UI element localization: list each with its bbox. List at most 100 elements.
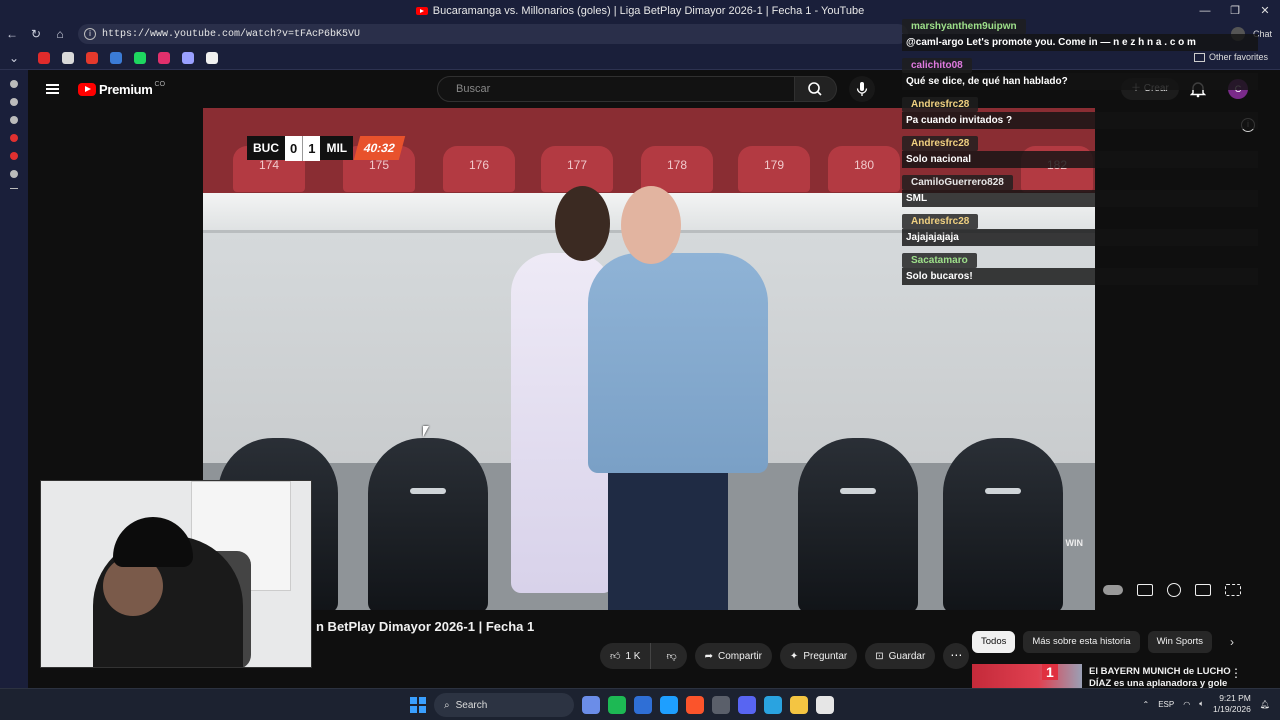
- search-icon: [808, 82, 822, 96]
- kebab-menu-icon[interactable]: ⋮: [1230, 666, 1242, 680]
- chat-username: CamiloGuerrero828: [902, 175, 1013, 190]
- edge-sidebar: [0, 70, 28, 688]
- away-score: 1: [302, 135, 321, 161]
- chat-message: Andresfrc28 Jajajajajaja: [902, 211, 1262, 246]
- edge-icon[interactable]: [660, 696, 678, 714]
- chip-win-sports[interactable]: Win Sports: [1147, 631, 1213, 653]
- chat-username: Andresfrc28: [902, 97, 979, 112]
- recommended-title: El BAYERN MUNICH de LUCHO DÍAZ es una ap…: [1089, 666, 1231, 688]
- thumbs-up-icon: 👍︎: [610, 651, 621, 662]
- bookmark-icon[interactable]: [134, 51, 146, 64]
- chip-more-story[interactable]: Más sobre esta historia: [1023, 631, 1140, 653]
- sidebar-app-icon[interactable]: [10, 98, 18, 106]
- telegram-icon[interactable]: [764, 696, 782, 714]
- chevron-up-icon[interactable]: ⌃: [1143, 700, 1150, 709]
- file-explorer-icon[interactable]: [790, 696, 808, 714]
- search-input[interactable]: Buscar: [437, 76, 795, 102]
- home-team: BUC: [247, 136, 285, 160]
- chat-message: Andresfrc28 Pa cuando invitados ?: [902, 94, 1262, 129]
- clock-date: 1/19/2026: [1213, 704, 1251, 714]
- system-tray: ⌃ ESP ◠ 🔈︎ 9:21 PM 1/19/2026 🔔︎: [1143, 693, 1271, 715]
- like-dislike-group: 👍︎ 1 K 👎︎: [600, 643, 687, 669]
- sidebar-app-icon[interactable]: [10, 152, 18, 160]
- brave-icon[interactable]: [686, 696, 704, 714]
- notification-icon[interactable]: 🔔︎: [1260, 700, 1270, 709]
- sparkle-icon: ✦: [789, 650, 799, 662]
- bookmark-icon[interactable]: [110, 51, 122, 64]
- seat-number: 179: [738, 146, 810, 192]
- ask-label: Preguntar: [803, 650, 848, 662]
- bench-seat: [798, 438, 918, 610]
- menu-icon[interactable]: [46, 84, 59, 94]
- wifi-icon[interactable]: ◠: [1183, 700, 1190, 709]
- miniplayer-icon[interactable]: [1195, 584, 1211, 596]
- chat-message: CamiloGuerrero828 SML: [902, 172, 1262, 207]
- search-button[interactable]: [795, 76, 837, 102]
- chat-text: Solo bucaros!: [902, 268, 1258, 285]
- collapse-icon[interactable]: ⌄: [2, 51, 26, 65]
- spotify-icon[interactable]: [608, 696, 626, 714]
- address-bar[interactable]: i https://www.youtube.com/watch?v=tFAcP6…: [78, 24, 908, 44]
- chip-all[interactable]: Todos: [972, 631, 1016, 653]
- share-button[interactable]: ➦ Compartir: [694, 643, 772, 669]
- copilot-icon[interactable]: [582, 696, 600, 714]
- sidebar-add-icon[interactable]: [10, 188, 18, 189]
- sidebar-app-icon[interactable]: [10, 80, 18, 88]
- autoplay-toggle[interactable]: [1103, 585, 1123, 595]
- more-actions-button[interactable]: ⋯: [943, 643, 970, 669]
- bench-seat: [368, 438, 488, 610]
- clock-time: 9:21 PM: [1219, 693, 1251, 703]
- chat-username: marshyanthem9uipwn: [902, 19, 1026, 34]
- like-button[interactable]: 👍︎ 1 K: [600, 643, 652, 669]
- chat-message: calichito08 Qué se dice, de qué han habl…: [902, 55, 1262, 90]
- chevron-right-icon[interactable]: ›: [1230, 635, 1234, 649]
- player-controls: [1103, 583, 1241, 597]
- save-button[interactable]: ⊡ Guardar: [865, 643, 936, 669]
- chat-text: Pa cuando invitados ?: [902, 112, 1258, 129]
- language-indicator[interactable]: ESP: [1158, 700, 1174, 709]
- github-icon[interactable]: [206, 51, 218, 64]
- subtitles-icon[interactable]: [1137, 584, 1153, 596]
- ask-button[interactable]: ✦ Preguntar: [779, 643, 858, 669]
- video-title: n BetPlay Dimayor 2026-1 | Fecha 1: [316, 619, 535, 634]
- recommended-thumbnail: 1: [972, 664, 1082, 688]
- snipping-tool-icon[interactable]: [816, 696, 834, 714]
- bookmark-icon[interactable]: [86, 51, 98, 64]
- dislike-button[interactable]: 👎︎: [656, 650, 686, 662]
- voice-search-button[interactable]: [849, 76, 875, 102]
- bookmark-icon[interactable]: [62, 51, 74, 64]
- youtube-logo[interactable]: Premium CO: [78, 81, 165, 97]
- bookmark-icon[interactable]: [182, 51, 194, 64]
- discord-icon[interactable]: [738, 696, 756, 714]
- bookmark-save-icon: ⊡: [875, 650, 884, 662]
- recommended-video[interactable]: 1 El BAYERN MUNICH de LUCHO DÍAZ es una …: [972, 664, 1272, 688]
- sidebar-audio-icon[interactable]: [10, 170, 18, 178]
- share-icon: ➦: [704, 650, 714, 662]
- windows-start-icon[interactable]: [410, 697, 426, 713]
- streamer-beanie: [113, 517, 193, 567]
- bookmark-icon[interactable]: [158, 51, 170, 64]
- settings-icon[interactable]: [712, 696, 730, 714]
- settings-gear-icon[interactable]: [1167, 583, 1181, 597]
- taskbar-search[interactable]: ⌕ Search: [434, 693, 574, 717]
- coach-head: [621, 186, 681, 264]
- sidebar-app-icon[interactable]: [10, 116, 18, 124]
- volume-icon[interactable]: 🔈︎: [1199, 699, 1204, 709]
- share-label: Compartir: [718, 650, 762, 662]
- bookmark-icon[interactable]: [38, 51, 50, 64]
- refresh-icon[interactable]: ↻: [24, 27, 48, 41]
- home-icon[interactable]: ⌂: [48, 27, 72, 41]
- away-team: MIL: [320, 136, 354, 160]
- sidebar-app-icon[interactable]: [10, 134, 18, 142]
- outlook-icon[interactable]: [634, 696, 652, 714]
- back-arrow-icon[interactable]: ←: [0, 27, 24, 41]
- chat-overlay: marshyanthem9uipwn @caml-argo Let's prom…: [902, 16, 1262, 285]
- fullscreen-icon[interactable]: [1225, 584, 1241, 596]
- taskbar-clock[interactable]: 9:21 PM 1/19/2026: [1213, 693, 1251, 715]
- webcam-overlay: [40, 480, 312, 668]
- taskbar-apps: ⌕ Search: [410, 693, 834, 717]
- seat-number: 180: [828, 146, 900, 192]
- bench-seat: [943, 438, 1063, 610]
- site-info-icon[interactable]: i: [84, 28, 96, 40]
- chat-message: Sacatamaro Solo bucaros!: [902, 250, 1262, 285]
